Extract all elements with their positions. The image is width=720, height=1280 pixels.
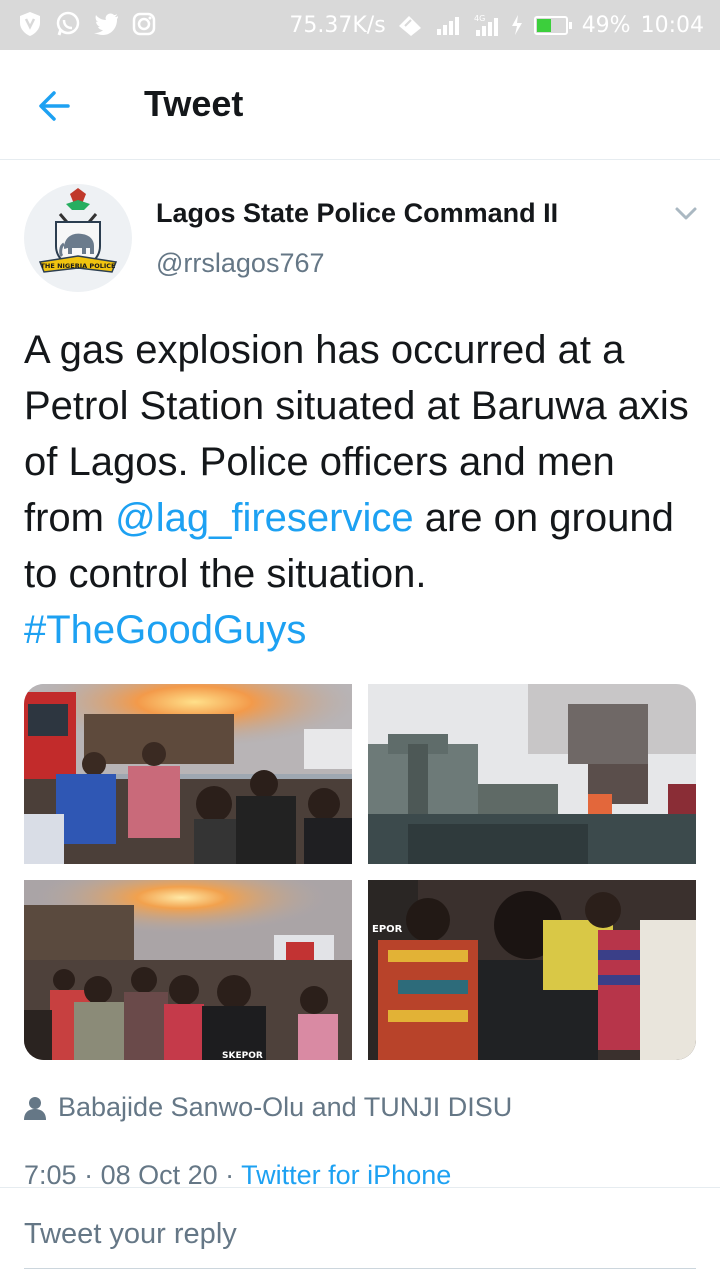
tweet-photo-2[interactable] — [368, 684, 696, 864]
app-header: Tweet — [0, 50, 720, 160]
reply-underline — [24, 1268, 696, 1269]
tweet-source-link[interactable]: Twitter for iPhone — [241, 1160, 451, 1190]
reply-input[interactable]: Tweet your reply — [24, 1218, 237, 1251]
tagged-people[interactable]: Babajide Sanwo-Olu and TUNJI DISU — [24, 1092, 512, 1123]
tagged-text: Babajide Sanwo-Olu and TUNJI DISU — [58, 1092, 513, 1122]
twitter-bird-icon — [92, 10, 120, 38]
page-title: Tweet — [144, 83, 244, 124]
svg-text:4G: 4G — [474, 14, 485, 23]
author-handle[interactable]: @rrslagos767 — [156, 248, 325, 279]
tweet-photo-1[interactable] — [24, 684, 352, 864]
divider — [0, 1187, 720, 1188]
meta-separator: · — [76, 1160, 101, 1190]
clock: 10:04 — [640, 12, 704, 38]
person-icon — [24, 1096, 46, 1120]
arrow-left-icon — [39, 91, 70, 121]
avatar[interactable]: THE NIGERIA POLICE — [24, 184, 132, 292]
network-speed: 75.37K/s — [289, 12, 386, 38]
battery-icon — [533, 15, 572, 35]
author-name[interactable]: Lagos State Police Command II — [156, 198, 558, 229]
4g-signal-icon: 4G — [472, 11, 500, 39]
tweet-date: 08 Oct 20 — [100, 1160, 218, 1190]
data-saver-icon — [396, 11, 424, 39]
tweet-time: 7:05 — [24, 1160, 77, 1190]
overlay-text: EPOR — [372, 924, 403, 935]
signal-icon — [434, 11, 462, 39]
tweet-photo-3[interactable]: SKEPOR — [24, 880, 352, 1060]
tweet-photo-4[interactable]: EPOR — [368, 880, 696, 1060]
tweet-text: A gas explosion has occurred at a Petrol… — [24, 322, 704, 658]
mention-link[interactable]: @lag_fireservice — [115, 496, 414, 540]
instagram-icon — [130, 10, 158, 38]
hashtag-link[interactable]: #TheGoodGuys — [24, 608, 306, 652]
media-grid: SKEPOR EPOR — [24, 684, 696, 1060]
status-bar: 75.37K/s 4G 49% 10:04 — [0, 0, 720, 50]
battery-percent: 49% — [581, 12, 631, 38]
vpn-shield-icon — [16, 10, 44, 38]
meta-separator: · — [217, 1160, 242, 1190]
chevron-down-icon — [675, 207, 697, 220]
tweet-options-button[interactable] — [672, 204, 700, 224]
charging-icon — [510, 11, 524, 39]
back-button[interactable] — [34, 84, 78, 128]
avatar-text: THE NIGERIA POLICE — [41, 262, 116, 270]
whatsapp-icon — [54, 10, 82, 38]
shirt-text: SKEPOR — [222, 1051, 263, 1060]
